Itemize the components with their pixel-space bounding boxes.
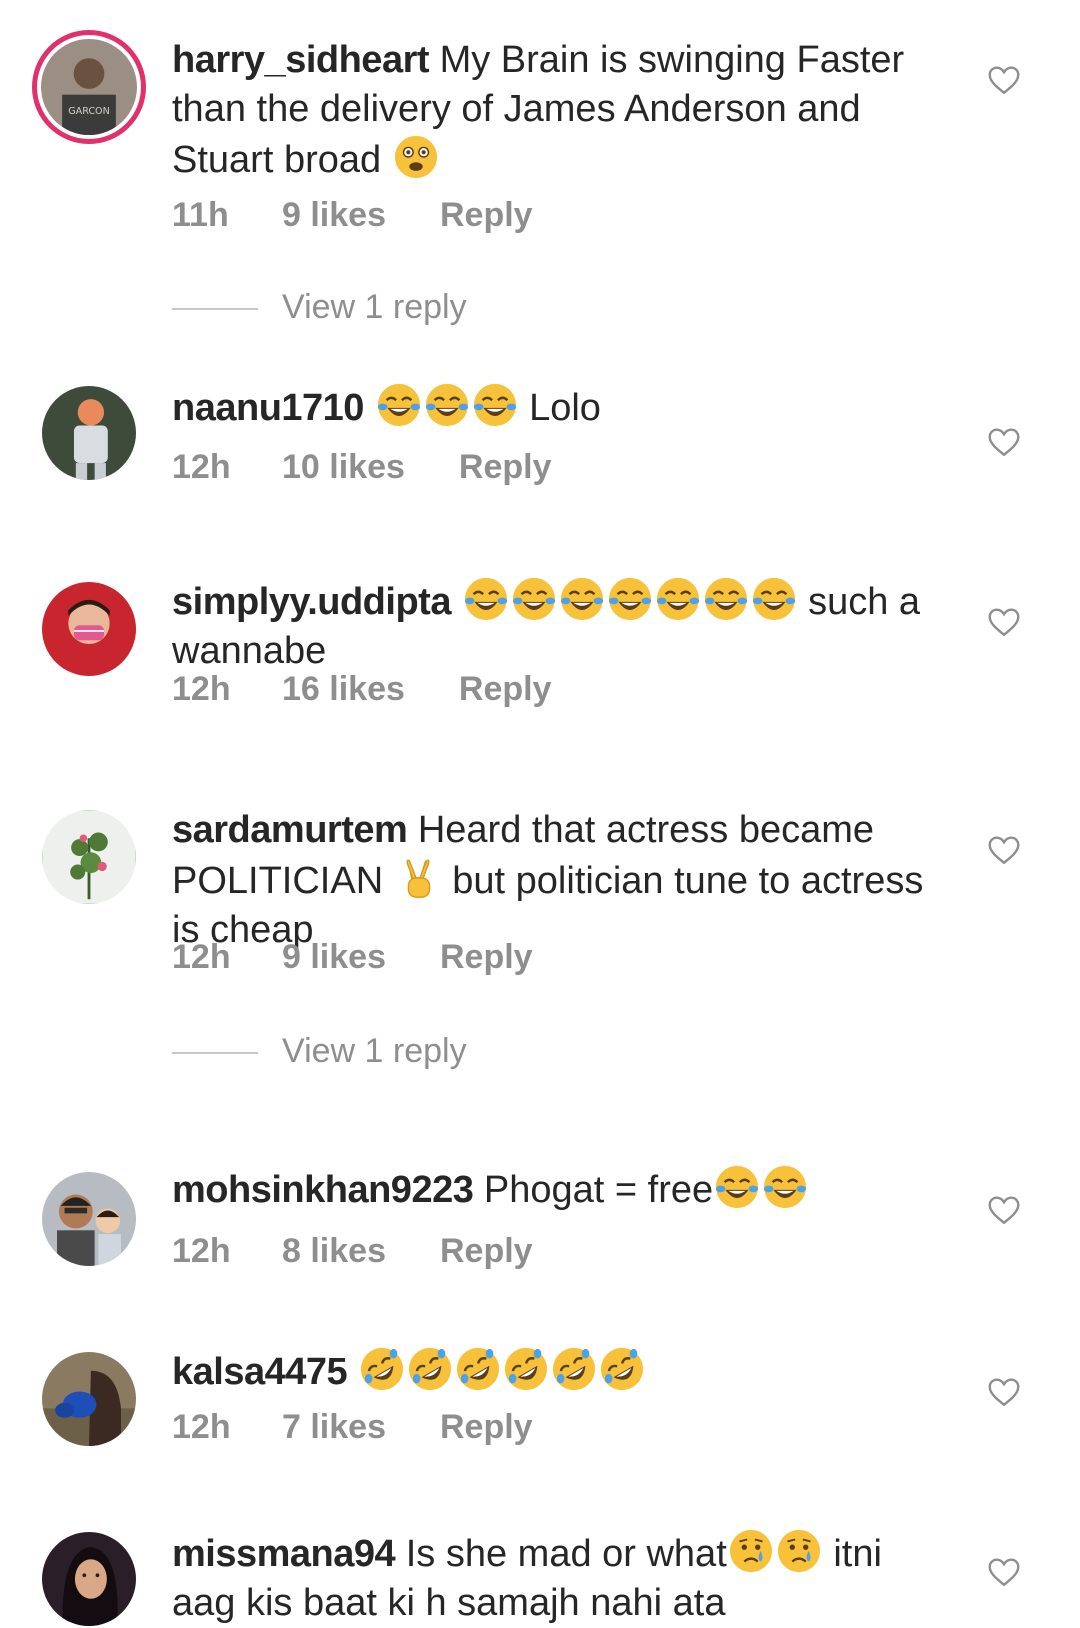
- reply-button[interactable]: Reply: [459, 448, 552, 487]
- avatar-image: [42, 1352, 136, 1446]
- like-heart-icon[interactable]: [986, 832, 1022, 868]
- avatar[interactable]: [42, 1532, 136, 1626]
- comment-text: Phogat = free: [483, 1169, 714, 1211]
- like-heart-icon[interactable]: [986, 1192, 1022, 1228]
- joy-emoji: [559, 576, 605, 622]
- comment-meta: 11h 9 likes Reply: [172, 196, 533, 235]
- comment-content: missmana94 Is she mad or what itni aag k…: [172, 1528, 942, 1628]
- view-replies-label: View 1 reply: [282, 1032, 467, 1070]
- view-replies-link[interactable]: View 1 reply: [172, 1032, 467, 1071]
- reply-button[interactable]: Reply: [440, 938, 533, 977]
- rofl-emoji: [359, 1346, 405, 1392]
- comment-username[interactable]: kalsa4475: [172, 1351, 348, 1393]
- avatar-image: [42, 810, 136, 904]
- avatar-image: [42, 1532, 136, 1626]
- reply-button[interactable]: Reply: [459, 670, 552, 709]
- joy-emoji: [424, 382, 470, 428]
- like-heart-icon[interactable]: [986, 424, 1022, 460]
- rofl-emoji: [455, 1346, 501, 1392]
- replies-divider: [172, 308, 258, 311]
- comment-likes[interactable]: 7 likes: [282, 1408, 386, 1447]
- comment-content: kalsa4475: [172, 1346, 942, 1397]
- avatar[interactable]: [42, 386, 136, 480]
- joy-emoji: [472, 382, 518, 428]
- like-heart-icon[interactable]: [986, 1554, 1022, 1590]
- comment-time: 12h: [172, 448, 231, 486]
- comment-content: mohsinkhan9223 Phogat = free: [172, 1164, 942, 1215]
- joy-emoji: [463, 576, 509, 622]
- comment-username[interactable]: missmana94: [172, 1533, 396, 1575]
- comment-time: 12h: [172, 670, 231, 708]
- comment-likes[interactable]: 9 likes: [282, 196, 386, 235]
- rofl-emoji: [551, 1346, 597, 1392]
- comment-username[interactable]: harry_sidheart: [172, 39, 430, 81]
- reply-button[interactable]: Reply: [440, 1408, 533, 1447]
- comment-content: harry_sidheart My Brain is swinging Fast…: [172, 36, 942, 185]
- comment-username[interactable]: mohsinkhan9223: [172, 1169, 474, 1211]
- comments-list: GARCON harry_sidheart My Brain is swingi…: [0, 0, 1080, 1627]
- avatar-image: GARCON: [41, 39, 137, 135]
- comment-time: 11h: [172, 196, 229, 234]
- like-heart-icon[interactable]: [986, 62, 1022, 98]
- joy-emoji: [607, 576, 653, 622]
- avatar-image: [42, 582, 136, 676]
- victory-hand-emoji: [395, 855, 441, 901]
- rofl-emoji: [503, 1346, 549, 1392]
- comment-content: simplyy.uddipta such a wannabe: [172, 576, 942, 676]
- crying-face-emoji: [728, 1528, 774, 1574]
- joy-emoji: [762, 1164, 808, 1210]
- reply-button[interactable]: Reply: [440, 196, 533, 235]
- avatar-image: [42, 1172, 136, 1266]
- joy-emoji: [376, 382, 422, 428]
- comment-time: 12h: [172, 1232, 231, 1270]
- comment-likes[interactable]: 8 likes: [282, 1232, 386, 1271]
- comment-content: sardamurtem Heard that actress became PO…: [172, 806, 942, 955]
- joy-emoji: [511, 576, 557, 622]
- avatar[interactable]: [42, 1172, 136, 1266]
- comment-username[interactable]: naanu1710: [172, 387, 364, 429]
- joy-emoji: [703, 576, 749, 622]
- avatar-image: [42, 386, 136, 480]
- joy-emoji: [751, 576, 797, 622]
- crying-face-emoji: [776, 1528, 822, 1574]
- comment-likes[interactable]: 9 likes: [282, 938, 386, 977]
- like-heart-icon[interactable]: [986, 1374, 1022, 1410]
- avatar[interactable]: [42, 1352, 136, 1446]
- comment-time: 12h: [172, 1408, 231, 1446]
- joy-emoji: [655, 576, 701, 622]
- comment-username[interactable]: sardamurtem: [172, 809, 408, 851]
- comment-likes[interactable]: 10 likes: [282, 448, 405, 487]
- like-heart-icon[interactable]: [986, 604, 1022, 640]
- view-replies-link[interactable]: View 1 reply: [172, 288, 467, 327]
- comment-meta: 12h 16 likes Reply: [172, 670, 551, 709]
- view-replies-label: View 1 reply: [282, 288, 467, 326]
- comment-likes[interactable]: 16 likes: [282, 670, 405, 709]
- comment-meta: 12h 10 likes Reply: [172, 448, 551, 487]
- rofl-emoji: [407, 1346, 453, 1392]
- rofl-emoji: [599, 1346, 645, 1392]
- comment-meta: 12h 7 likes Reply: [172, 1408, 533, 1447]
- avatar[interactable]: GARCON: [32, 30, 146, 144]
- avatar[interactable]: [42, 582, 136, 676]
- reply-button[interactable]: Reply: [440, 1232, 533, 1271]
- flushed-face-emoji: [393, 134, 439, 180]
- comment-text: Is she mad or what: [405, 1533, 727, 1575]
- joy-emoji: [714, 1164, 760, 1210]
- comment-username[interactable]: simplyy.uddipta: [172, 581, 451, 623]
- comment-text: Lolo: [529, 387, 601, 429]
- comment-content: naanu1710 Lolo: [172, 382, 942, 433]
- comment-meta: 12h 8 likes Reply: [172, 1232, 533, 1271]
- comment-meta: 12h 9 likes Reply: [172, 938, 533, 977]
- comment-time: 12h: [172, 938, 231, 976]
- svg-text:GARCON: GARCON: [68, 106, 110, 117]
- replies-divider: [172, 1052, 258, 1055]
- avatar[interactable]: [42, 810, 136, 904]
